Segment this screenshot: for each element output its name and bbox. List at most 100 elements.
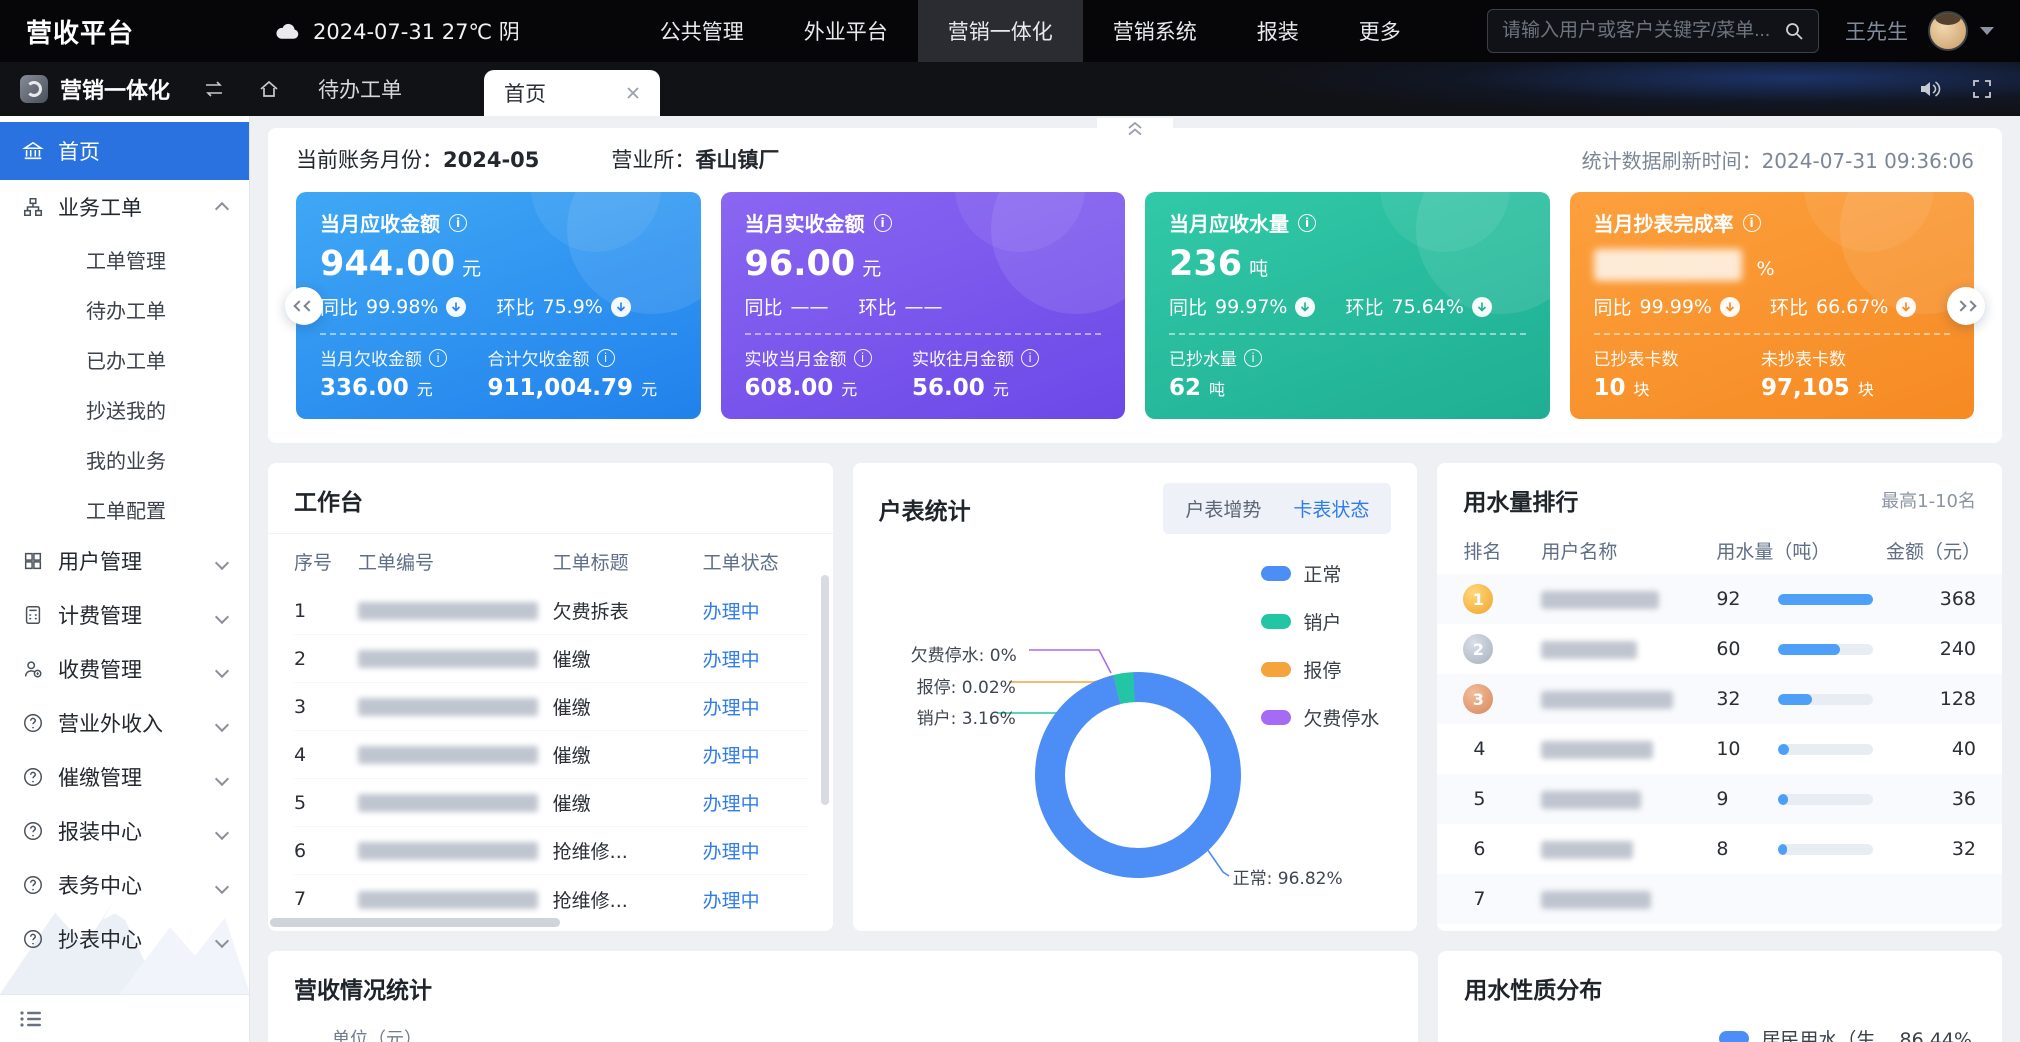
ranking-header: 排名 用户名称 用水量（吨） 金额（元） [1437,529,2002,574]
main-content: 当前账务月份：2024-05 营业所：香山镇厂 统计数据刷新时间：2024-07… [250,116,2020,1042]
volume-icon[interactable] [1918,79,1942,99]
redacted-workorder-id [358,794,538,812]
info-icon[interactable] [429,349,447,367]
status-link[interactable]: 办理中 [703,745,760,767]
dashed-divider [1169,333,1526,335]
info-icon[interactable] [597,349,615,367]
stat-card-receivable-water: 当月应收水量 236吨 同比99.97% 环比75.64% [1145,192,1550,419]
status-link[interactable]: 办理中 [703,649,760,671]
info-icon[interactable] [1244,349,1262,367]
carousel-prev-button[interactable] [285,287,323,325]
fullscreen-icon[interactable] [1972,79,1992,99]
redacted-user-name [1541,741,1653,759]
info-icon[interactable] [1021,349,1039,367]
toggle-option-card-status[interactable]: 卡表状态 [1277,488,1385,529]
sidebar-item-workorder-config[interactable]: 工单配置 [0,484,249,534]
revenue-statistics-title: 营收情况统计 [294,971,432,1005]
tab-todo-workorders[interactable]: 待办工单 [318,74,402,104]
redacted-user-name [1541,791,1641,809]
dashed-divider [1594,333,1951,335]
nature-legend-item[interactable]: 居民用水（生... 86.44% [1719,1025,1972,1042]
card-trend: 同比99.99% 环比66.67% [1594,293,1951,320]
sidebar-item-my-business[interactable]: 我的业务 [0,434,249,484]
workbench-title: 工作台 [294,483,363,517]
search-input[interactable] [1502,20,1784,42]
toggle-option-meter-trend[interactable]: 户表增势 [1169,488,1277,529]
ranking-row: 3 32 128 [1437,674,2002,724]
billing-period: 当前账务月份：2024-05 [296,144,539,174]
sidebar-group-non-operating-income[interactable]: 营业外收入 [0,696,249,750]
nav-item-marketing-system[interactable]: 营销系统 [1083,0,1227,62]
card-title: 当月应收水量 [1169,208,1526,237]
sidebar-group-label: 抄表中心 [58,924,142,954]
nav-item-install-report[interactable]: 报装 [1227,0,1329,62]
info-icon[interactable] [874,214,892,232]
sidebar-group-charge-mgmt[interactable]: 收费管理 [0,642,249,696]
info-icon[interactable] [449,214,467,232]
user-menu-caret-icon[interactable] [1980,27,1994,35]
nav-item-field-platform[interactable]: 外业平台 [774,0,918,62]
close-tab-icon[interactable] [626,86,640,100]
vertical-scrollbar[interactable] [821,575,829,805]
redacted-workorder-id [358,698,538,716]
sidebar-group-workorders[interactable]: 业务工单 [0,180,249,234]
info-icon[interactable] [1743,214,1761,232]
info-icon[interactable] [1298,214,1316,232]
sidebar-group-label: 催缴管理 [58,762,142,792]
collapse-summary-chip[interactable] [1097,118,1173,138]
usage-bar [1778,644,1873,655]
card-sub-metrics: 已抄表卡数 10 块 未抄表卡数 97,105 块 [1594,345,1951,401]
usage-bar [1778,744,1873,755]
swap-tabs-icon[interactable] [202,80,226,98]
sidebar-group-install-center[interactable]: 报装中心 [0,804,249,858]
sidebar-item-home[interactable]: 首页 [0,122,249,180]
sidebar-group-billing-mgmt[interactable]: 计费管理 [0,588,249,642]
user-avatar[interactable] [1928,11,1968,51]
status-link[interactable]: 办理中 [703,890,760,912]
legend-item-normal[interactable]: 正常 [1261,560,1379,587]
nav-item-more[interactable]: 更多 [1329,0,1431,62]
sidebar-item-done-workorders[interactable]: 已办工单 [0,334,249,384]
usage-bar [1778,694,1873,705]
status-link[interactable]: 办理中 [703,793,760,815]
redacted-workorder-id [358,746,538,764]
table-row: 1 欠费拆表 办理中 [294,587,807,635]
sidebar-group-meter-reading-center[interactable]: 抄表中心 [0,912,249,966]
tab-home[interactable]: 首页 [484,70,660,116]
search-icon[interactable] [1784,21,1804,41]
redacted-user-name [1541,691,1673,709]
status-link[interactable]: 办理中 [703,697,760,719]
ranking-title: 用水量排行 [1463,483,1578,517]
stat-cards-row: 当月应收金额 944.00元 同比99.98% 环比75.9% [296,192,1974,419]
home-icon[interactable] [258,79,280,99]
meter-statistics-title: 户表统计 [879,492,971,526]
weather-widget: 2024-07-31 27℃ 阴 [274,16,520,46]
table-row: 6 抢维修... 办理中 [294,827,807,875]
sidebar-group-collection-mgmt[interactable]: 催缴管理 [0,750,249,804]
legend-item-arrears-cutoff[interactable]: 欠费停水 [1261,704,1379,731]
donut-label-suspended: 报停: 0.02% [917,673,1016,698]
global-search[interactable] [1487,9,1819,53]
sidebar-group-user-mgmt[interactable]: 用户管理 [0,534,249,588]
nature-legend-label: 居民用水（生... 86.44% [1761,1025,1972,1042]
sidebar-item-workorder-mgmt[interactable]: 工单管理 [0,234,249,284]
sidebar: 首页 业务工单 工单管理 待办工单 已办工单 抄送我的 我的业务 工单配置 用户… [0,116,250,1042]
sidebar-item-todo-workorders[interactable]: 待办工单 [0,284,249,334]
menu-list-icon[interactable] [20,1010,42,1028]
carousel-next-button[interactable] [1947,287,1985,325]
status-link[interactable]: 办理中 [703,601,760,623]
legend-item-closed[interactable]: 销户 [1261,608,1379,635]
table-row: 3 催缴 办理中 [294,683,807,731]
status-link[interactable]: 办理中 [703,841,760,863]
sidebar-group-meter-affairs-center[interactable]: 表务中心 [0,858,249,912]
legend-item-suspended[interactable]: 报停 [1261,656,1379,683]
nav-item-marketing-integration[interactable]: 营销一体化 [918,0,1083,62]
info-icon[interactable] [854,349,872,367]
horizontal-scrollbar[interactable] [270,918,560,927]
sidebar-item-cc-to-me[interactable]: 抄送我的 [0,384,249,434]
donut-label-closed: 销户: 3.16% [917,704,1016,729]
nav-item-public-mgmt[interactable]: 公共管理 [630,0,774,62]
donut-ring[interactable] [1035,672,1241,878]
chevron-down-icon [217,549,227,573]
redacted-user-name [1541,841,1633,859]
